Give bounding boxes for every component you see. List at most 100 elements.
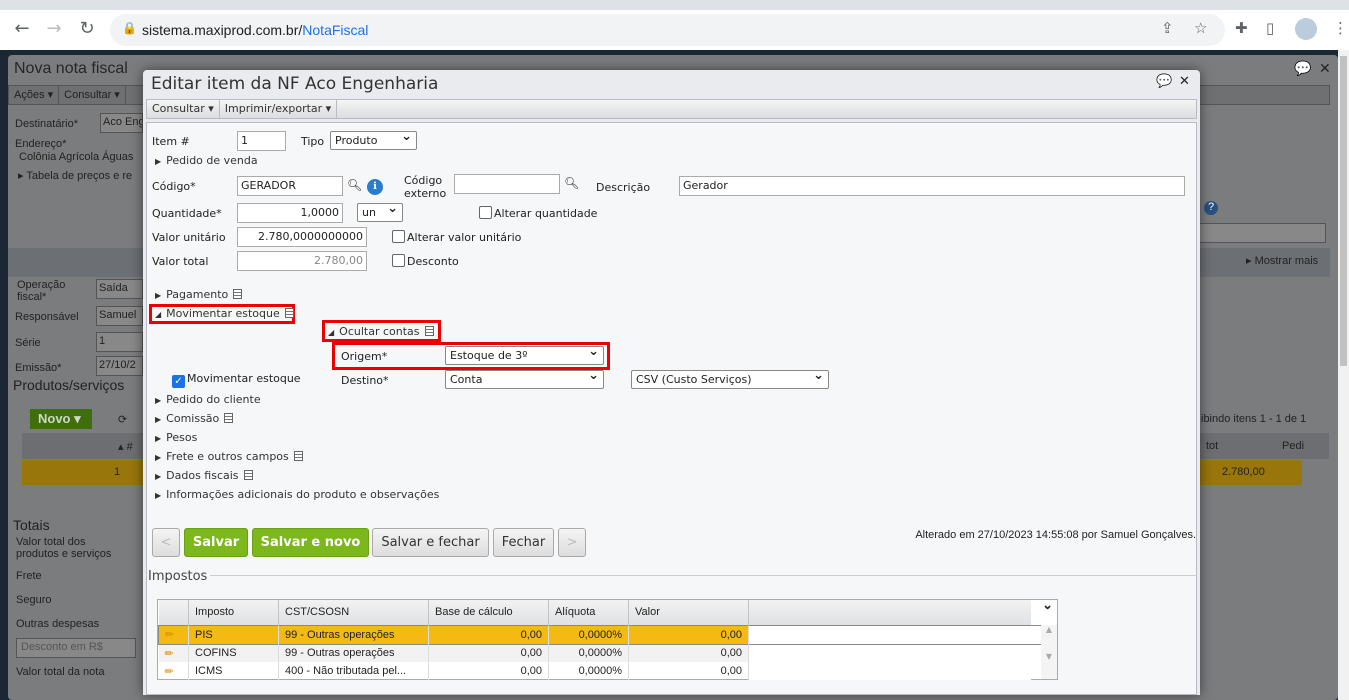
ocultar-contas-toggle[interactable]: ◢ Ocultar contas [328, 325, 434, 338]
close-icon[interactable]: ✕ [1179, 74, 1190, 89]
impostos-scrollbar[interactable]: ▲ ▼ [1041, 625, 1057, 679]
bg-grid-col-num[interactable]: ▴ # [118, 440, 133, 453]
bg-comment-icon[interactable]: 💬 [1294, 60, 1311, 77]
cell-valor: 0,00 [628, 625, 749, 644]
col-aliquota[interactable]: Alíquota [548, 600, 629, 625]
section-comissao[interactable]: ▶ Comissão [155, 412, 234, 425]
pencil-icon[interactable]: ✏ [158, 644, 189, 662]
valor-total-input: 2.780,00 [237, 251, 367, 271]
imposto-row[interactable]: ✏ ICMS 400 - Não tributada pel... 0,00 0,000… [158, 662, 1043, 680]
menu-icon[interactable]: ⋮ [1333, 19, 1348, 37]
cell-base: 0,00 [428, 644, 549, 662]
destino-select[interactable]: Conta [445, 368, 604, 389]
modal-title: Editar item da NF Aco Engenharia [151, 74, 439, 94]
refresh-icon[interactable]: ⟳ [118, 413, 127, 426]
salvar-e-novo-button[interactable]: Salvar e novo [252, 528, 369, 557]
section-pedido-venda[interactable]: ▶ Pedido de venda [155, 154, 258, 167]
pencil-icon[interactable]: ✏ [158, 625, 189, 644]
bg-serie-label: Série [15, 337, 41, 349]
impostos-grid: Imposto CST/CSOSN Base de cálculo Alíquo… [157, 599, 1058, 680]
impostos-header-row: Imposto CST/CSOSN Base de cálculo Alíquo… [158, 600, 1043, 625]
cell-valor: 0,00 [628, 662, 749, 680]
product-info-icon[interactable]: ℹ [367, 179, 383, 195]
origem-select[interactable]: Estoque de 3º [445, 344, 604, 365]
imposto-row[interactable]: ✏ COFINS 99 - Outras operações 0,00 0,0000% 0… [158, 644, 1043, 662]
comment-icon[interactable]: 💬 [1156, 74, 1172, 89]
section-pedido-cliente[interactable]: ▶ Pedido do cliente [155, 393, 261, 406]
pencil-icon[interactable]: ✏ [158, 662, 189, 680]
section-dados-fiscais[interactable]: ▶ Dados fiscais [155, 469, 253, 482]
address-bar[interactable]: 🔒 sistema.maxiprod.com.br/NotaFiscal [110, 14, 1225, 46]
star-icon[interactable]: ☆ [1194, 19, 1207, 37]
reload-icon[interactable]: ↻ [75, 18, 99, 39]
tipo-select[interactable]: Produto [330, 129, 417, 150]
search-externo-icon[interactable]: 🔍︎ [564, 176, 579, 190]
destino-conta-select[interactable]: CSV (Custo Serviços) [631, 368, 829, 389]
codigo-externo-input[interactable] [454, 174, 560, 194]
modal-toolbar: Consultar ▾ Imprimir/exportar ▾ [146, 99, 1197, 119]
section-frete[interactable]: ▶ Frete e outros campos [155, 450, 303, 463]
col-valor[interactable]: Valor [628, 600, 749, 625]
bg-row-num: 1 [114, 466, 121, 478]
bg-tabela-precos[interactable]: ▸ Tabela de preços e re [18, 169, 132, 182]
valor-unitario-input[interactable]: 2.780,0000000000 [237, 227, 367, 247]
salvar-e-fechar-button[interactable]: Salvar e fechar [372, 528, 489, 557]
bg-close-icon[interactable]: ✕ [1319, 60, 1331, 77]
bg-operacao-input[interactable]: Saída [96, 279, 143, 299]
cell-aliquota: 0,0000% [548, 662, 629, 680]
profile-avatar[interactable] [1295, 18, 1317, 40]
item-input[interactable]: 1 [237, 131, 286, 151]
bg-emissao-input[interactable]: 27/10/2 [96, 356, 143, 376]
bg-valor-total-nota: Valor total da nota [16, 666, 105, 678]
extensions-icon[interactable]: ✚ [1235, 19, 1248, 37]
col-base[interactable]: Base de cálculo [428, 600, 549, 625]
cell-imposto: PIS [188, 625, 279, 644]
forward-icon[interactable]: → [42, 18, 66, 39]
desconto-checkbox[interactable]: Desconto [392, 254, 459, 268]
bg-menu-acoes[interactable]: Ações ▾ [9, 86, 60, 104]
lock-icon: 🔒 [122, 21, 137, 35]
impostos-divider [210, 575, 1197, 576]
bg-produtos-title: Produtos/serviços [13, 377, 125, 393]
bg-grid-col-tot[interactable]: tot [1206, 440, 1218, 452]
section-movimentar-estoque[interactable]: ◢ Movimentar estoque [155, 307, 294, 320]
menu-consultar[interactable]: Consultar ▾ [147, 100, 220, 118]
alterar-valor-unitario-checkbox[interactable]: Alterar valor unitário [392, 230, 521, 244]
codigo-input[interactable]: GERADOR [237, 176, 343, 196]
movimentar-estoque-checkbox[interactable]: ✓ Movimentar estoque [172, 372, 301, 388]
col-cst[interactable]: CST/CSOSN [278, 600, 429, 625]
section-pesos[interactable]: ▶ Pesos [155, 431, 197, 444]
back-icon[interactable]: ← [10, 18, 34, 39]
col-imposto[interactable]: Imposto [188, 600, 279, 625]
unidade-select[interactable]: un [357, 201, 403, 222]
section-pagamento[interactable]: ▶ Pagamento [155, 288, 243, 301]
tipo-label: Tipo [301, 135, 325, 148]
bg-menu-consultar[interactable]: Consultar ▾ [59, 86, 126, 104]
fechar-button[interactable]: Fechar [493, 528, 554, 557]
bg-responsavel-input[interactable]: Samuel [96, 306, 143, 326]
bg-serie-input[interactable]: 1 [96, 332, 143, 352]
section-informacoes-adicionais[interactable]: ▶ Informações adicionais do produto e obs… [155, 488, 439, 501]
menu-imprimir-exportar[interactable]: Imprimir/exportar ▾ [220, 100, 338, 118]
cell-aliquota: 0,0000% [548, 644, 629, 662]
imposto-row[interactable]: ✏ PIS 99 - Outras operações 0,00 0,0000% 0,00 [158, 625, 1043, 644]
browser-tab-strip [0, 0, 1349, 10]
bg-grid-col-pedi[interactable]: Pedi [1282, 440, 1304, 452]
descricao-input[interactable]: Gerador [679, 176, 1185, 196]
share-icon[interactable]: ⇪ [1161, 19, 1174, 37]
side-panel-icon[interactable]: ▯ [1266, 19, 1274, 37]
help-icon[interactable]: ? [1204, 201, 1218, 215]
bg-novo-button[interactable]: Novo ▾ [30, 409, 92, 429]
bg-desconto-select[interactable]: Desconto em R$ [16, 638, 136, 658]
codigo-label: Código* [152, 180, 196, 193]
bg-input[interactable] [1198, 223, 1326, 243]
prev-button[interactable]: < [152, 528, 180, 557]
quantidade-input[interactable]: 1,0000 [237, 203, 343, 223]
next-button[interactable]: > [558, 528, 586, 557]
bg-destinatario-input[interactable]: Aco Eng [100, 113, 143, 133]
alterar-quantidade-checkbox[interactable]: Alterar quantidade [479, 206, 597, 220]
page-scrollbar-thumb[interactable] [1340, 56, 1347, 366]
salvar-button[interactable]: Salvar [184, 528, 248, 557]
search-icon[interactable]: 🔍︎ [347, 178, 362, 192]
bg-mostrar-mais[interactable]: ▸ Mostrar mais [1246, 254, 1318, 267]
